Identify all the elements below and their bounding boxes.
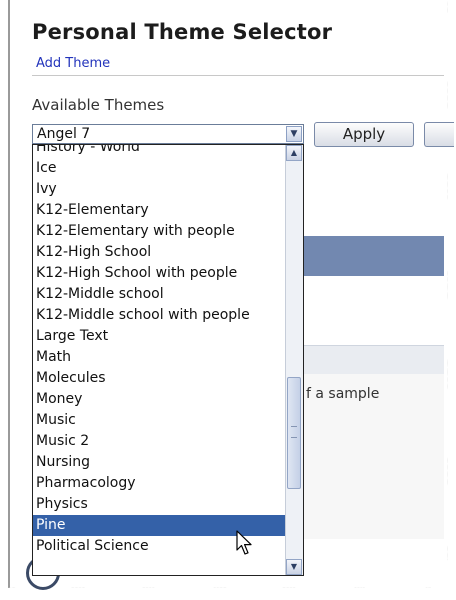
theme-option[interactable]: History - World xyxy=(33,145,286,158)
theme-option[interactable]: K12-Elementary xyxy=(33,200,286,221)
title-divider xyxy=(32,75,444,76)
theme-option[interactable]: Music xyxy=(33,410,286,431)
add-theme-link[interactable]: Add Theme xyxy=(36,56,110,71)
theme-option[interactable]: Physics xyxy=(33,494,286,515)
apply-button[interactable]: Apply xyxy=(314,122,414,147)
theme-option[interactable]: K12-Middle school with people xyxy=(33,305,286,326)
theme-option[interactable]: K12-Elementary with people xyxy=(33,221,286,242)
chevron-down-icon[interactable]: ▼ xyxy=(286,126,302,142)
theme-dropdown-list[interactable]: History - World Ice Ivy K12-Elementary K12-E… xyxy=(32,144,304,576)
available-themes-label: Available Themes xyxy=(32,96,165,114)
section-band xyxy=(300,345,444,375)
dropdown-scrollbar[interactable]: ▲ ▼ xyxy=(285,145,303,575)
theme-option[interactable]: Pharmacology xyxy=(33,473,286,494)
theme-option[interactable]: Large Text xyxy=(33,326,286,347)
theme-option[interactable]: Ice xyxy=(33,158,286,179)
theme-option[interactable]: K12-High School with people xyxy=(33,263,286,284)
theme-option[interactable]: Money xyxy=(33,389,286,410)
theme-option[interactable]: Ivy xyxy=(33,179,286,200)
theme-options: History - World Ice Ivy K12-Elementary K12-E… xyxy=(33,145,286,557)
scroll-thumb[interactable] xyxy=(287,377,301,489)
theme-option[interactable]: Nursing xyxy=(33,452,286,473)
theme-select-value: Angel 7 xyxy=(37,126,91,142)
chevron-up-icon[interactable]: ▲ xyxy=(286,145,302,161)
header-band xyxy=(300,236,444,276)
chevron-down-icon[interactable]: ▼ xyxy=(286,559,302,575)
mouse-pointer-icon xyxy=(236,530,252,555)
theme-option[interactable]: K12-Middle school xyxy=(33,284,286,305)
sample-text: f a sample xyxy=(306,386,380,402)
theme-select[interactable]: Angel 7 ▼ xyxy=(32,124,304,144)
theme-option[interactable]: K12-High School xyxy=(33,242,286,263)
theme-option[interactable]: Math xyxy=(33,347,286,368)
page-title: Personal Theme Selector xyxy=(32,20,333,44)
theme-option[interactable]: Music 2 xyxy=(33,431,286,452)
secondary-button[interactable] xyxy=(424,122,454,147)
theme-option[interactable]: Molecules xyxy=(33,368,286,389)
grip-icon xyxy=(291,426,297,438)
